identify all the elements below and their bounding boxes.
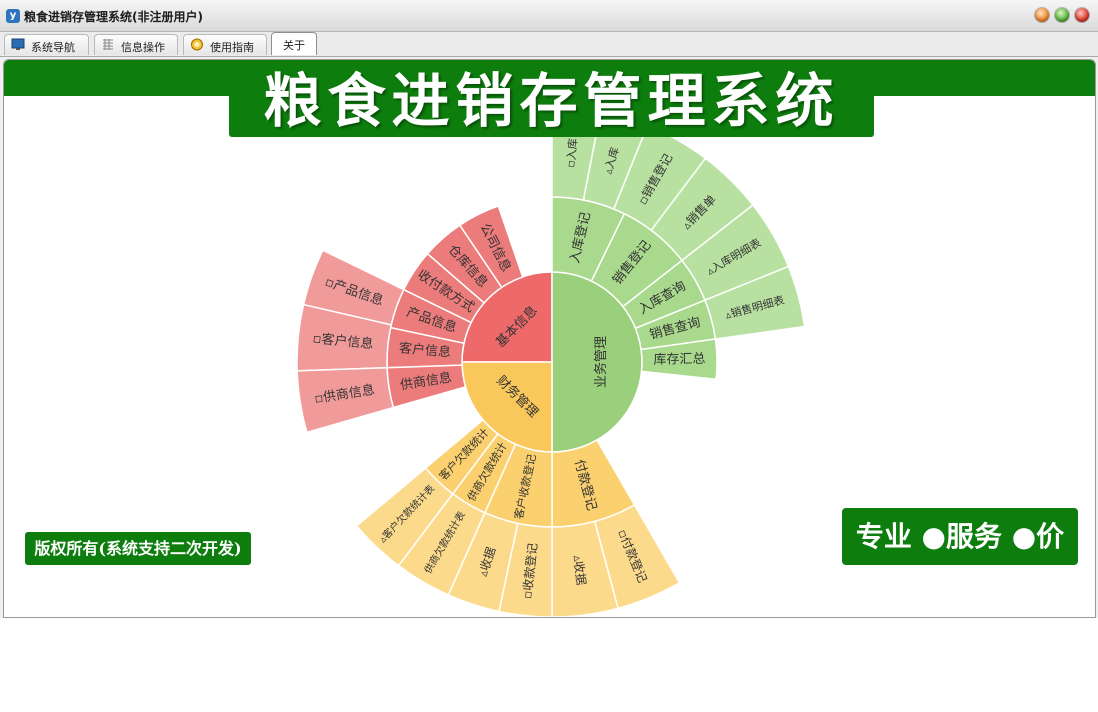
monitor-icon [11,38,25,50]
tab-about[interactable]: 关于 [271,32,317,55]
tab-bar: 系统导航 信息操作 使用指南 关于 [0,32,1098,57]
seg-inventory-summary-label: 库存汇总 [653,351,705,368]
guide-icon [191,38,203,51]
maximize-button[interactable] [1055,8,1069,22]
tab-user-guide[interactable]: 使用指南 [183,34,267,55]
tab-label: 系统导航 [31,41,75,54]
title-bar[interactable]: y 粮食进销存管理系统(非注册用户) [0,0,1098,32]
window-title: 粮食进销存管理系统(非注册用户) [24,10,203,24]
main-content: 基本信息 业务管理 财务管理 公司信息 仓库信息 收付款方式 产品信息 客户信息 供商信息 入库登… [3,59,1096,618]
tab-info-ops[interactable]: 信息操作 [94,34,178,55]
tab-system-nav[interactable]: 系统导航 [4,34,89,55]
seg-supplier-info-sub[interactable]: ▫供商信息 [296,366,395,434]
app-logo-icon: y [6,9,20,23]
slogan-label: 专业 ●服务 ●价值 [842,508,1078,610]
tab-label: 关于 [283,39,305,52]
grid-icon [103,39,113,50]
tab-label: 信息操作 [121,41,165,54]
close-button[interactable] [1075,8,1089,22]
app-window: y 粮食进销存管理系统(非注册用户) 系统导航 信息操作 使用指南 关于 基本信… [0,0,1098,618]
center-business-label: 业务管理 [593,336,609,388]
minimize-button[interactable] [1035,8,1049,22]
tab-label: 使用指南 [210,41,254,54]
copyright-label: 版权所有(系统支持二次开发) [25,532,251,565]
system-title: 粮食进销存管理系统 [229,66,874,137]
seg-supplier-info[interactable]: 供商信息 [386,364,467,409]
